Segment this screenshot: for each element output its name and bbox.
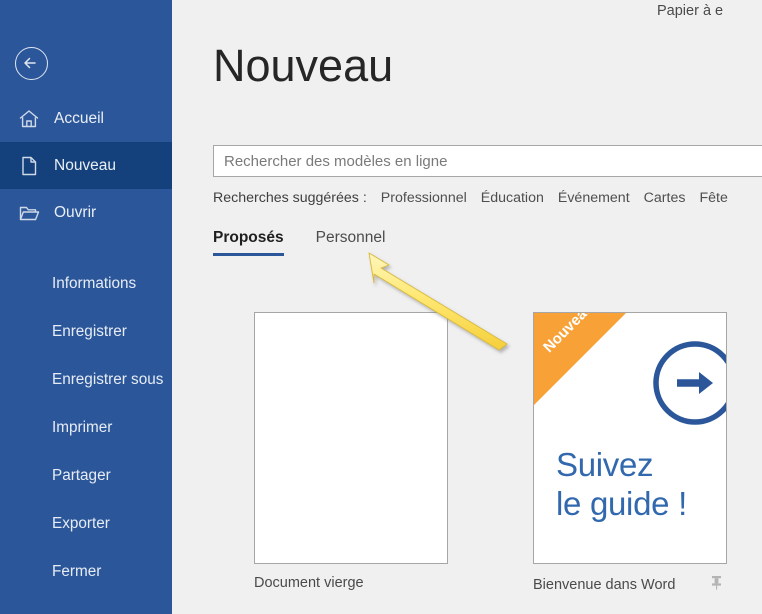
template-card-bienvenue-dans-word[interactable]: Nouveau Suivez le guide ! Bienvenue dans… — [533, 312, 727, 594]
suggested-link-evenement[interactable]: Événement — [558, 190, 630, 206]
sidebar-item-label: Ouvrir — [54, 203, 97, 221]
template-thumbnail — [254, 312, 448, 564]
backstage-main-pane: Papier à e Nouveau Recherches suggérées … — [172, 0, 762, 614]
template-thumbnail: Nouveau Suivez le guide ! — [533, 312, 727, 564]
sidebar-item-label: Informations — [52, 275, 137, 292]
template-caption: Document vierge — [254, 575, 448, 591]
sidebar-item-fermer[interactable]: Fermer — [0, 548, 172, 596]
sidebar-primary-nav: Accueil Nouveau Ouvrir — [0, 95, 172, 236]
template-tabs: Proposés Personnel — [213, 229, 417, 256]
suggested-link-professionnel[interactable]: Professionnel — [381, 190, 467, 206]
sidebar-item-exporter[interactable]: Exporter — [0, 500, 172, 548]
app-window: Accueil Nouveau Ouvrir Informations Enre… — [0, 0, 762, 614]
suggested-searches-label: Recherches suggérées : — [213, 190, 367, 206]
thumb-heading-line-2: le guide ! — [556, 484, 687, 522]
tab-label: Proposés — [213, 229, 284, 246]
sidebar-item-label: Imprimer — [52, 419, 113, 436]
sidebar-item-label: Enregistrer sous — [52, 371, 164, 388]
suggested-link-cartes[interactable]: Cartes — [644, 190, 686, 206]
thumb-heading-line-1: Suivez — [556, 446, 654, 483]
sidebar-item-label: Exporter — [52, 515, 110, 532]
sidebar-item-enregistrer[interactable]: Enregistrer — [0, 308, 172, 356]
tab-proposes[interactable]: Proposés — [213, 229, 284, 256]
new-badge-label: Nouveau — [540, 312, 597, 357]
sidebar-item-enregistrer-sous[interactable]: Enregistrer sous — [0, 356, 172, 404]
sidebar-secondary-nav: Informations Enregistrer Enregistrer sou… — [0, 260, 172, 596]
sidebar-item-partager[interactable]: Partager — [0, 452, 172, 500]
suggested-searches: Recherches suggérées : Professionnel Édu… — [213, 190, 762, 206]
search-input[interactable] — [213, 145, 762, 177]
document-icon — [18, 155, 44, 177]
sidebar-item-label: Enregistrer — [52, 323, 127, 340]
account-paper-label: Papier à e — [657, 3, 724, 19]
back-arrow-icon — [24, 57, 36, 69]
sidebar-item-informations[interactable]: Informations — [0, 260, 172, 308]
sidebar-item-ouvrir[interactable]: Ouvrir — [0, 189, 172, 236]
pin-icon[interactable] — [710, 575, 723, 594]
sidebar-item-nouveau[interactable]: Nouveau — [0, 142, 172, 189]
sidebar-item-accueil[interactable]: Accueil — [0, 95, 172, 142]
template-thumb-heading: Suivez le guide ! — [556, 446, 687, 524]
sidebar-item-label: Partager — [52, 467, 111, 484]
sidebar-item-imprimer[interactable]: Imprimer — [0, 404, 172, 452]
new-badge-label-wrap: Nouveau — [534, 313, 626, 405]
page-title: Nouveau — [213, 40, 394, 91]
template-caption: Bienvenue dans Word — [533, 575, 727, 594]
folder-open-icon — [18, 202, 44, 224]
sidebar-item-label: Fermer — [52, 563, 102, 580]
tab-personnel[interactable]: Personnel — [316, 229, 386, 256]
home-icon — [18, 108, 44, 130]
backstage-sidebar: Accueil Nouveau Ouvrir Informations Enre… — [0, 0, 172, 614]
tab-label: Personnel — [315, 229, 386, 246]
back-button[interactable] — [15, 47, 48, 80]
template-caption-text: Bienvenue dans Word — [533, 576, 676, 593]
template-card-document-vierge[interactable]: Document vierge — [254, 312, 448, 591]
template-caption-text: Document vierge — [254, 575, 364, 591]
suggested-link-fete[interactable]: Fête — [699, 190, 727, 206]
sidebar-item-label: Accueil — [54, 109, 104, 127]
suggested-link-education[interactable]: Éducation — [481, 190, 544, 206]
sidebar-item-label: Nouveau — [54, 156, 117, 174]
arrow-circle-icon — [647, 335, 726, 431]
